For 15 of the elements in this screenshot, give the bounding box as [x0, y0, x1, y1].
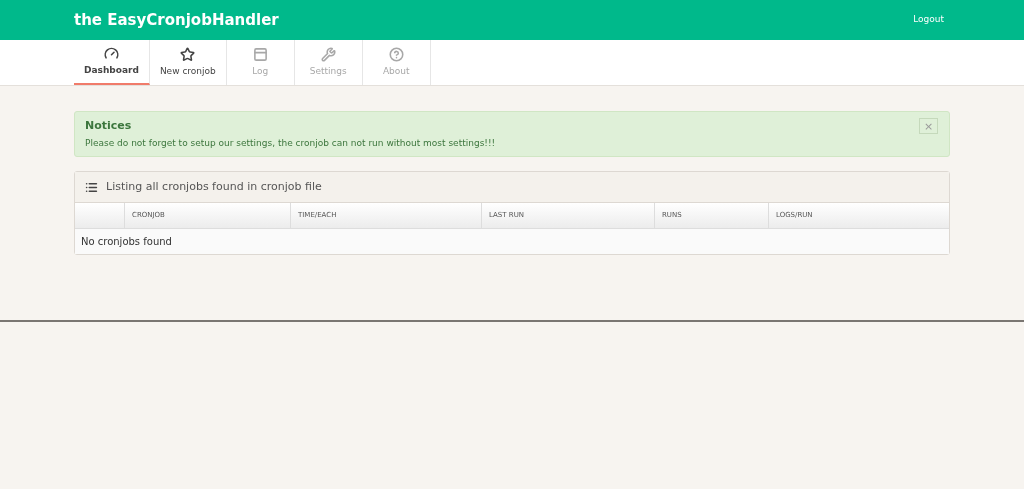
notice-message: Please do not forget to setup our settings, the cronjob can not run without most settings!!!: [85, 136, 496, 150]
help-icon: [388, 46, 404, 62]
list-icon: [85, 180, 98, 194]
empty-message: No cronjobs found: [81, 235, 172, 249]
nav-tab[interactable]: Dashboard: [74, 40, 150, 85]
logout-link[interactable]: Logout: [913, 13, 944, 27]
star-icon: [180, 46, 196, 62]
gauge-icon: [103, 45, 119, 61]
wrench-icon: [320, 46, 336, 62]
panel-title: Listing all cronjobs found in cronjob file: [106, 178, 322, 195]
nav-tab[interactable]: New cronjob: [149, 40, 227, 85]
close-button[interactable]: ×: [919, 118, 938, 134]
notice-title: Notices: [85, 118, 133, 134]
window-icon: [252, 46, 268, 62]
app-title: the EasyCronjobHandler: [74, 9, 279, 31]
